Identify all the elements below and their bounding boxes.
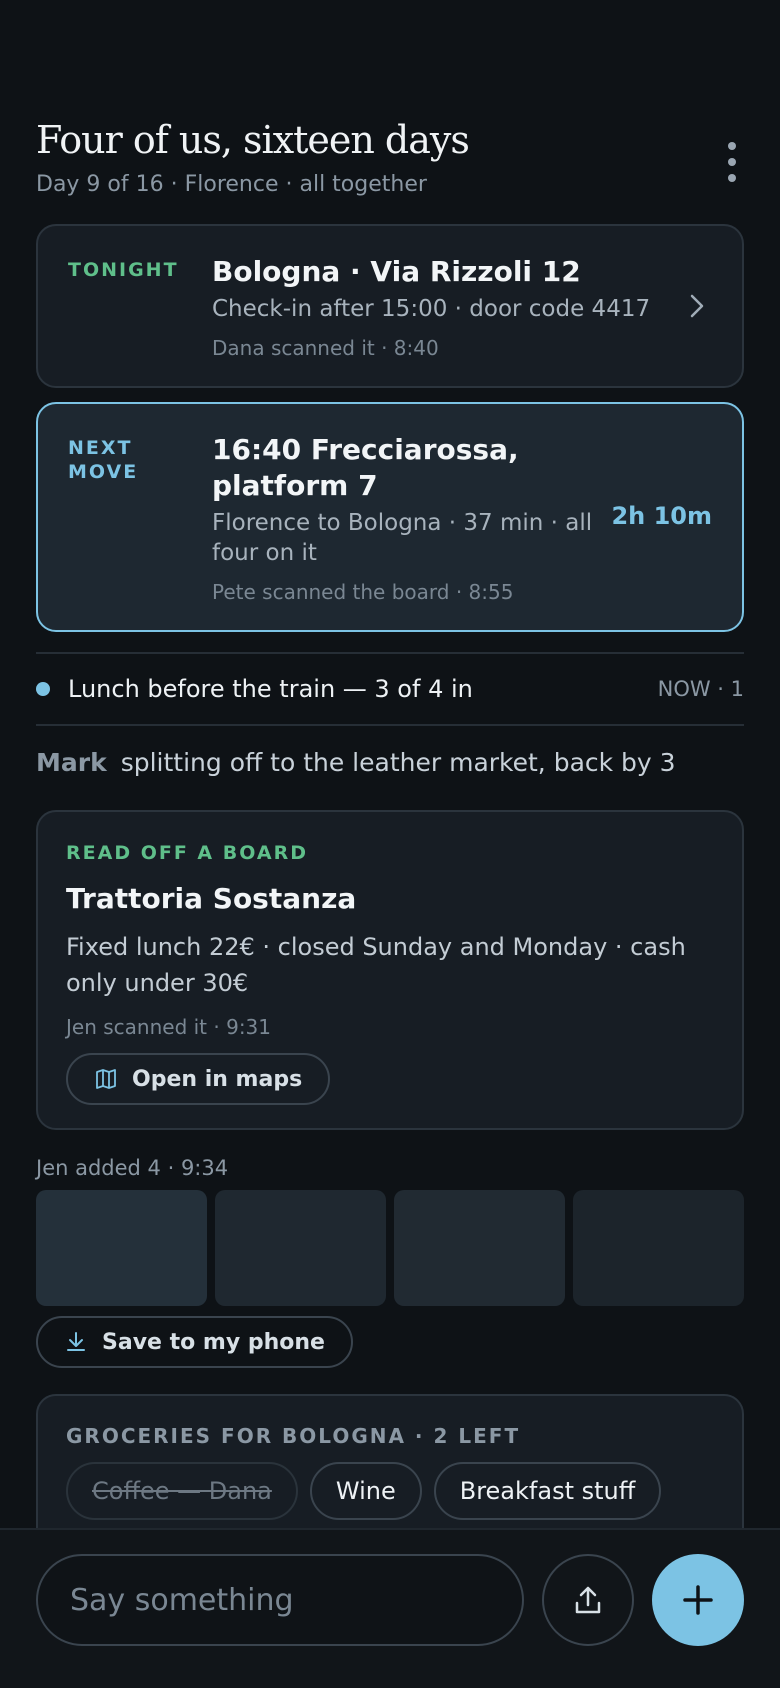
download-icon	[67, 1332, 85, 1351]
groceries-tag: GROCERIES FOR BOLOGNA · 2 LEFT	[66, 1424, 521, 1448]
photo-thumbnail[interactable]	[573, 1190, 744, 1306]
message-text: splitting off to the leather market, bac…	[120, 748, 676, 777]
open-in-maps-button[interactable]: Open in maps	[66, 1053, 331, 1105]
tonight-card[interactable]: TONIGHT Bologna · Via Rizzoli 12 Check-i…	[36, 224, 744, 388]
trip-subtitle: Day 9 of 16 · Florence · all together	[36, 172, 427, 197]
photo-thumbnail[interactable]	[394, 1190, 565, 1306]
chat-message: Mark splitting off to the leather market,…	[36, 748, 744, 777]
photos-caption: Jen added 4 · 9:34	[36, 1156, 229, 1180]
board-text: Fixed lunch 22€ · closed Sunday and Mond…	[66, 933, 686, 997]
tonight-meta: Dana scanned it · 8:40	[212, 336, 439, 360]
divider	[36, 724, 744, 726]
board-meta: Jen scanned it · 9:31	[66, 1015, 271, 1039]
save-to-phone-label: Save to my phone	[102, 1329, 325, 1355]
grocery-chip-wine[interactable]: Wine	[309, 1462, 422, 1520]
more-vertical-icon[interactable]	[720, 142, 744, 182]
board-card: READ OFF A BOARD Trattoria Sostanza Fixe…	[36, 810, 744, 1130]
plus-icon	[683, 1585, 713, 1615]
photo-strip	[36, 1190, 744, 1306]
composer-bar	[0, 1528, 780, 1688]
tonight-detail: Check-in after 15:00 · door code 4417	[212, 296, 651, 322]
grocery-chip-breakfast[interactable]: Breakfast stuff	[433, 1462, 662, 1520]
grocery-chip-coffee[interactable]: Coffee — Dana	[66, 1462, 298, 1520]
board-title: Trattoria Sostanza	[66, 882, 357, 915]
photo-thumbnail[interactable]	[215, 1190, 386, 1306]
now-status-row[interactable]: Lunch before the train — 3 of 4 in NOW ·…	[36, 664, 744, 714]
tonight-title: Bologna · Via Rizzoli 12	[212, 255, 581, 288]
next-move-meta: Pete scanned the board · 8:55	[212, 580, 514, 604]
share-button[interactable]	[542, 1554, 634, 1646]
add-button[interactable]	[652, 1554, 744, 1646]
trip-title: Four of us, sixteen days	[36, 118, 470, 162]
chevron-right-icon[interactable]	[688, 292, 706, 327]
status-dot	[36, 682, 50, 696]
next-move-detail: Florence to Bologna · 37 min · all four …	[212, 510, 593, 566]
header: Four of us, sixteen days Day 9 of 16 · F…	[36, 118, 744, 197]
map-icon	[96, 1069, 116, 1089]
tonight-tag: TONIGHT	[68, 259, 179, 281]
divider	[36, 652, 744, 654]
next-move-tag: NEXT MOVE	[68, 437, 139, 483]
open-in-maps-label: Open in maps	[132, 1066, 303, 1092]
eta-countdown: 2h 10m	[611, 502, 712, 530]
message-input[interactable]	[36, 1554, 524, 1646]
message-author: Mark	[36, 748, 107, 777]
next-move-title: 16:40 Frecciarossa, platform 7	[212, 433, 519, 502]
board-tag: READ OFF A BOARD	[66, 842, 308, 864]
now-text: Lunch before the train — 3 of 4 in	[68, 675, 473, 703]
photo-thumbnail[interactable]	[36, 1190, 207, 1306]
now-badge: NOW · 1	[657, 677, 744, 701]
save-to-phone-button[interactable]: Save to my phone	[36, 1316, 353, 1368]
grocery-chips: Coffee — Dana Wine Breakfast stuff	[66, 1462, 662, 1520]
share-icon	[575, 1586, 601, 1614]
next-move-card[interactable]: NEXT MOVE 16:40 Frecciarossa, platform 7…	[36, 402, 744, 632]
